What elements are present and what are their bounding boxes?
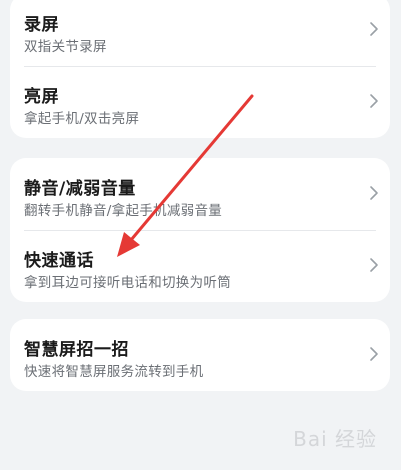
item-subtitle: 拿到耳边可接听电话和切换为听筒: [24, 275, 231, 291]
item-title: 亮屏: [24, 87, 59, 107]
list-item-screen-record[interactable]: 录屏 双指关节录屏: [10, 0, 390, 66]
chevron-right-icon: [370, 186, 378, 200]
list-item-mute[interactable]: 静音/减弱音量 翻转手机静音/拿起手机减弱音量: [10, 158, 390, 230]
watermark: Bai 经验: [293, 427, 377, 451]
chevron-right-icon: [370, 347, 378, 361]
list-item-smart-screen-wave[interactable]: 智慧屏招一招 快速将智慧屏服务流转到手机: [10, 319, 390, 391]
item-subtitle: 快速将智慧屏服务流转到手机: [24, 364, 204, 380]
list-item-quick-call[interactable]: 快速通话 拿到耳边可接听电话和切换为听筒: [10, 230, 390, 302]
chevron-right-icon: [370, 94, 378, 108]
chevron-right-icon: [370, 258, 378, 272]
chevron-right-icon: [370, 22, 378, 36]
item-title: 智慧屏招一招: [24, 340, 129, 360]
item-subtitle: 拿起手机/双击亮屏: [24, 111, 140, 127]
item-title: 录屏: [24, 15, 59, 35]
item-title: 静音/减弱音量: [24, 179, 136, 199]
gesture-card-1: 录屏 双指关节录屏 亮屏 拿起手机/双击亮屏: [10, 0, 390, 138]
item-subtitle: 翻转手机静音/拿起手机减弱音量: [24, 203, 223, 219]
item-title: 快速通话: [24, 251, 94, 271]
gesture-card-2: 静音/减弱音量 翻转手机静音/拿起手机减弱音量 快速通话 拿到耳边可接听电话和切…: [10, 158, 390, 302]
item-subtitle: 双指关节录屏: [24, 39, 107, 55]
gesture-card-3: 智慧屏招一招 快速将智慧屏服务流转到手机: [10, 319, 390, 391]
list-item-wake-screen[interactable]: 亮屏 拿起手机/双击亮屏: [10, 66, 390, 138]
